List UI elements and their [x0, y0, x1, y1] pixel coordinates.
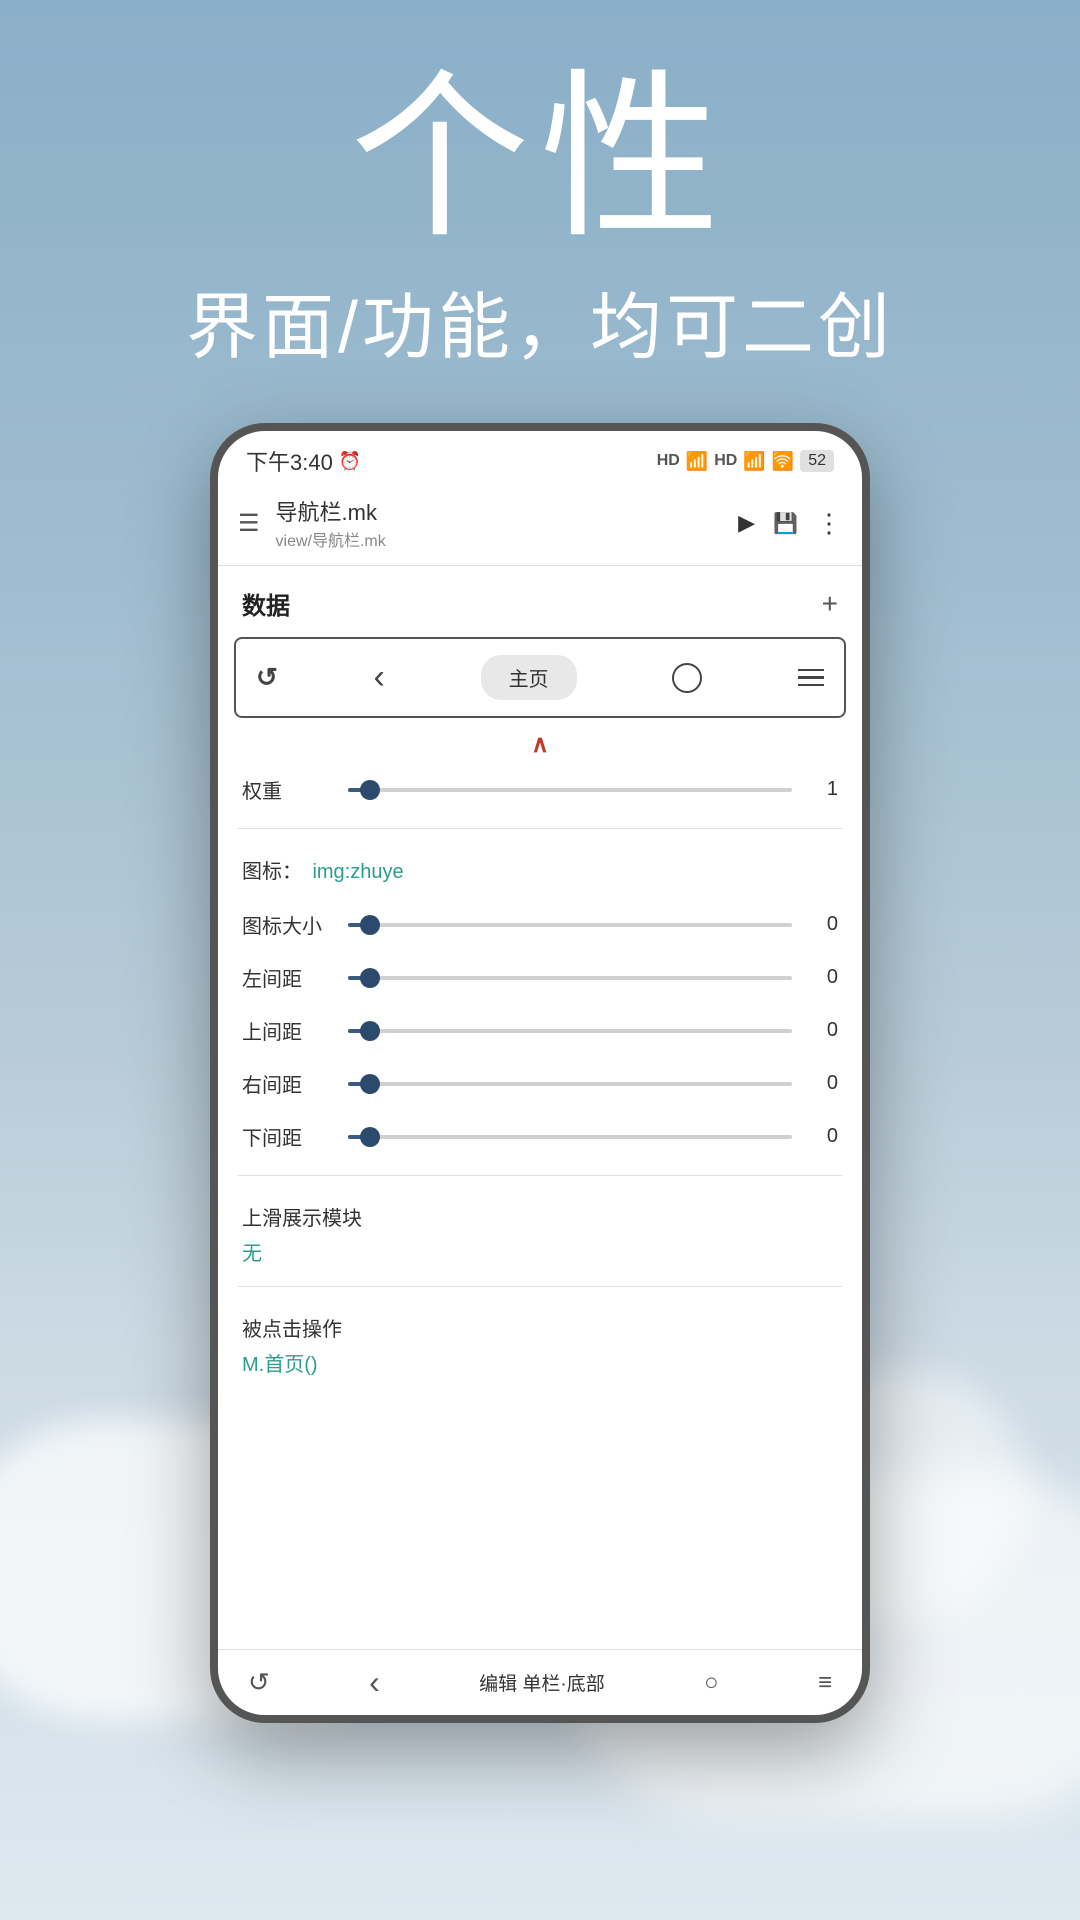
- clock-icon: ⏰: [339, 451, 361, 472]
- save-icon[interactable]: 💾: [773, 511, 798, 536]
- click-action-value[interactable]: M.首页(): [242, 1348, 838, 1377]
- divider-1: [238, 828, 842, 829]
- left-margin-row: 左间距 0: [218, 951, 862, 1004]
- menu-icon[interactable]: ☰: [238, 509, 260, 538]
- add-button[interactable]: +: [822, 588, 838, 620]
- bottom-nav-center-text: 编辑 单栏·底部: [479, 1669, 605, 1696]
- app-bar: ☰ 导航栏.mk view/导航栏.mk ▶ 💾 ⋮: [218, 485, 862, 566]
- top-margin-label: 上间距: [242, 1016, 332, 1045]
- menu-line-3: [798, 684, 824, 687]
- bottom-home-icon[interactable]: ○: [704, 1669, 719, 1697]
- icon-size-slider[interactable]: [348, 923, 792, 927]
- right-margin-value: 0: [808, 1072, 838, 1095]
- data-section-header: 数据 +: [218, 566, 862, 637]
- hero-section: 个性 界面/功能，均可二创: [0, 0, 1080, 373]
- battery-text: 52: [800, 450, 834, 472]
- status-time-text: 下午3:40: [246, 445, 333, 477]
- top-margin-slider[interactable]: [348, 1029, 792, 1033]
- menu-line-1: [798, 669, 824, 672]
- chevron-symbol: ∧: [531, 731, 549, 758]
- hero-subtitle: 界面/功能，均可二创: [0, 268, 1080, 373]
- app-bar-subtitle: view/导航栏.mk: [276, 527, 723, 551]
- preview-home-button[interactable]: 主页: [481, 655, 577, 700]
- hero-title: 个性: [0, 60, 1080, 258]
- bottom-back-icon[interactable]: ‹: [369, 1664, 380, 1701]
- app-bar-title: 导航栏.mk: [276, 495, 723, 527]
- preview-bar: ↺ ‹ 主页: [234, 637, 846, 718]
- left-margin-slider[interactable]: [348, 976, 792, 980]
- click-action-label: 被点击操作: [242, 1313, 838, 1342]
- app-bar-title-area: 导航栏.mk view/导航栏.mk: [276, 495, 723, 551]
- bottom-margin-slider[interactable]: [348, 1135, 792, 1139]
- preview-circle-icon[interactable]: [672, 663, 702, 693]
- click-action-row: 被点击操作 M.首页(): [218, 1299, 862, 1385]
- bottom-refresh-icon[interactable]: ↺: [248, 1667, 270, 1698]
- signal-hd-2: HD: [714, 452, 737, 470]
- app-bar-actions: ▶ 💾 ⋮: [738, 508, 842, 539]
- bottom-menu-icon[interactable]: ≡: [818, 1669, 832, 1697]
- main-content: 数据 + ↺ ‹ 主页 ∧: [218, 566, 862, 1649]
- signal-hd-1: HD: [657, 452, 680, 470]
- divider-2: [238, 1175, 842, 1176]
- bottom-margin-row: 下间距 0: [218, 1110, 862, 1163]
- status-bar: 下午3:40 ⏰ HD 📶 HD 📶 🛜 52: [218, 431, 862, 485]
- icon-label: 图标：: [242, 861, 302, 883]
- play-icon[interactable]: ▶: [738, 510, 755, 536]
- menu-line-2: [798, 676, 824, 679]
- icon-size-value: 0: [808, 913, 838, 936]
- bottom-margin-label: 下间距: [242, 1122, 332, 1151]
- bottom-nav: ↺ ‹ 编辑 单栏·底部 ○ ≡: [218, 1649, 862, 1715]
- phone-mockup: 下午3:40 ⏰ HD 📶 HD 📶 🛜 52 ☰ 导航栏.mk view/导航…: [0, 423, 1080, 1723]
- left-margin-value: 0: [808, 966, 838, 989]
- slide-module-label: 上滑展示模块: [242, 1202, 838, 1231]
- right-margin-label: 右间距: [242, 1069, 332, 1098]
- signal-bars-1: 📶: [686, 451, 708, 472]
- preview-menu-icon[interactable]: [798, 669, 824, 687]
- top-margin-value: 0: [808, 1019, 838, 1042]
- left-margin-label: 左间距: [242, 963, 332, 992]
- status-time-area: 下午3:40 ⏰: [246, 445, 361, 477]
- wifi-icon: 🛜: [772, 451, 794, 472]
- slide-module-row: 上滑展示模块 无: [218, 1188, 862, 1274]
- chevron-indicator: ∧: [218, 722, 862, 763]
- slide-module-value[interactable]: 无: [242, 1237, 838, 1266]
- section-title: 数据: [242, 586, 290, 621]
- weight-label: 权重: [242, 775, 332, 804]
- weight-slider[interactable]: [348, 788, 792, 792]
- top-margin-row: 上间距 0: [218, 1004, 862, 1057]
- icon-size-row: 图标大小 0: [218, 898, 862, 951]
- weight-value: 1: [808, 778, 838, 801]
- status-icons: HD 📶 HD 📶 🛜 52: [657, 450, 834, 472]
- phone-frame: 下午3:40 ⏰ HD 📶 HD 📶 🛜 52 ☰ 导航栏.mk view/导航…: [210, 423, 870, 1723]
- bottom-margin-value: 0: [808, 1125, 838, 1148]
- icon-size-label: 图标大小: [242, 910, 332, 939]
- preview-back-icon[interactable]: ‹: [374, 658, 385, 697]
- right-margin-slider[interactable]: [348, 1082, 792, 1086]
- preview-refresh-icon[interactable]: ↺: [256, 662, 278, 693]
- icon-row: 图标： img:zhuye: [218, 841, 862, 898]
- more-icon[interactable]: ⋮: [816, 508, 842, 539]
- icon-value[interactable]: img:zhuye: [312, 861, 403, 883]
- divider-3: [238, 1286, 842, 1287]
- weight-row: 权重 1: [218, 763, 862, 816]
- signal-bars-2: 📶: [743, 451, 765, 472]
- right-margin-row: 右间距 0: [218, 1057, 862, 1110]
